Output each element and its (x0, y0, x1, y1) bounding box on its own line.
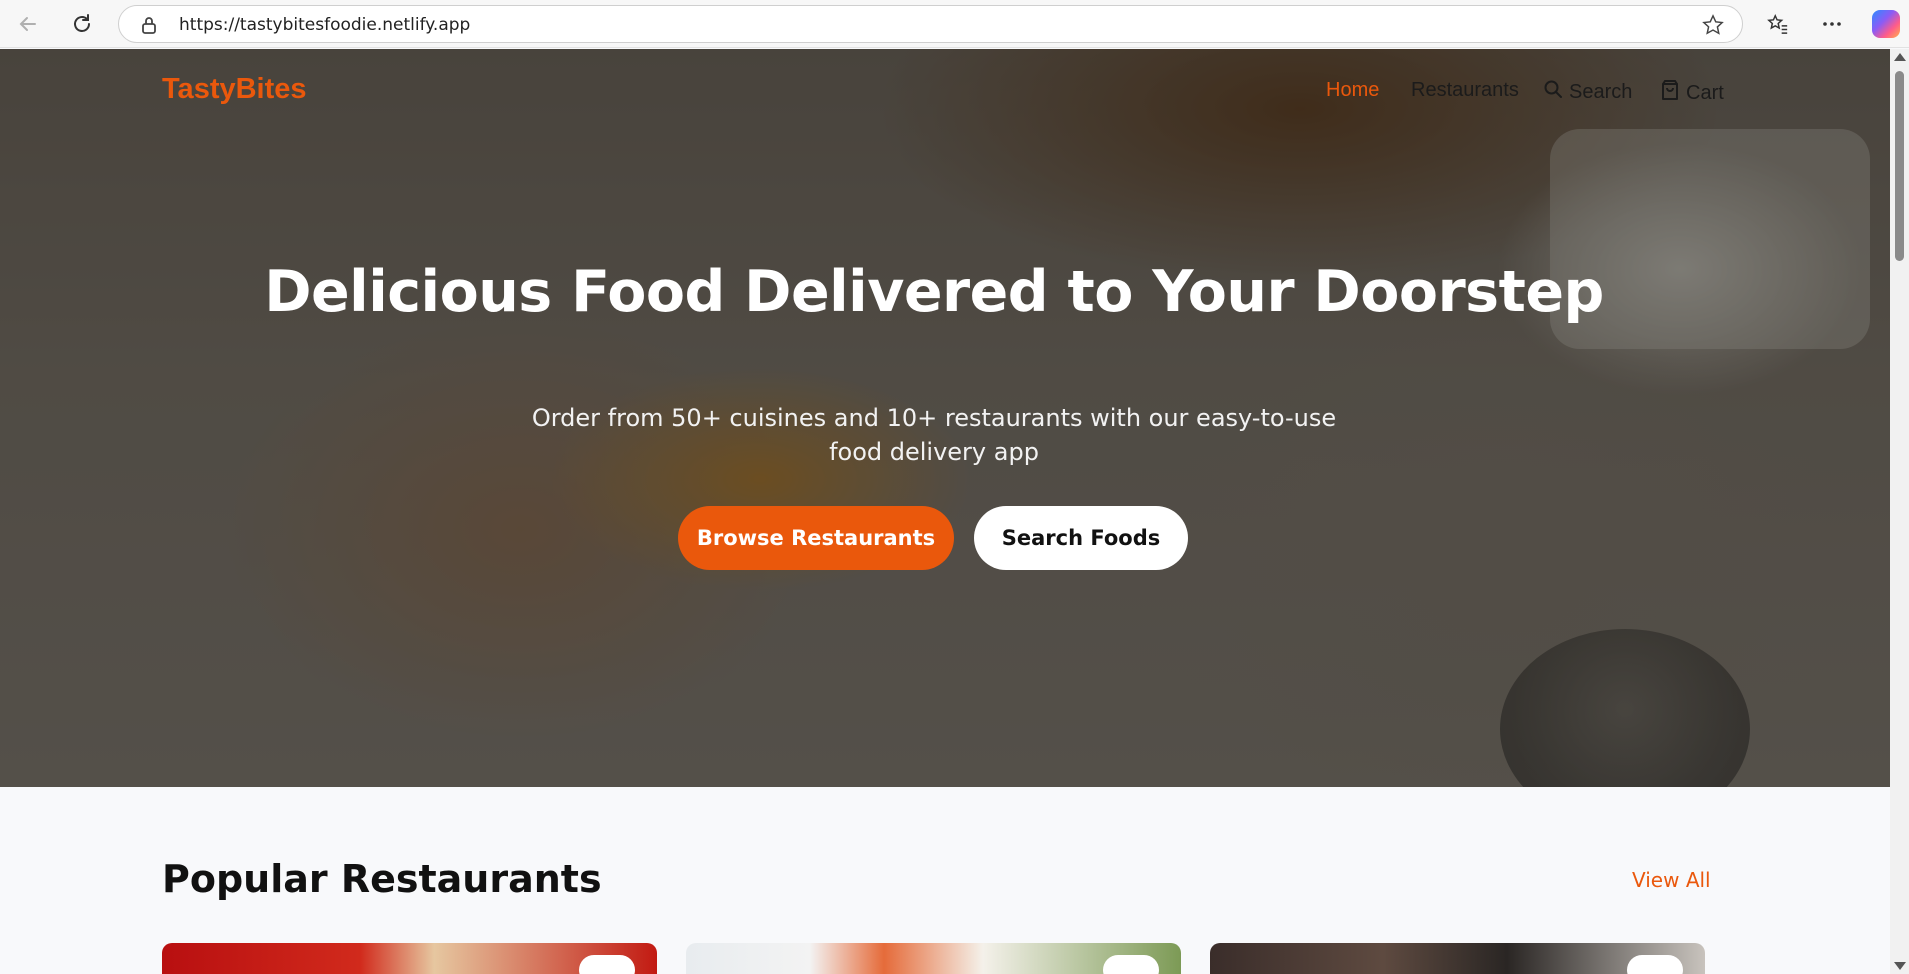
search-foods-button[interactable]: Search Foods (974, 506, 1188, 570)
page-viewport: TastyBites Home Restaurants Search Cart … (0, 49, 1890, 974)
lock-icon (141, 16, 157, 39)
url-text[interactable]: https://tastybitesfoodie.netlify.app (179, 15, 470, 35)
browse-restaurants-button[interactable]: Browse Restaurants (678, 506, 954, 570)
shopping-bag-icon (1660, 79, 1680, 107)
nav-search-label: Search (1569, 80, 1633, 103)
nav-search[interactable]: Search (1543, 79, 1632, 105)
scroll-up-icon[interactable] (1894, 53, 1906, 61)
scrollbar-thumb[interactable] (1895, 71, 1904, 261)
popular-restaurants-title: Popular Restaurants (162, 857, 602, 901)
copilot-icon[interactable] (1872, 10, 1900, 38)
search-icon (1543, 79, 1563, 105)
nav-cart[interactable]: Cart (1660, 79, 1724, 107)
more-options-icon[interactable] (1816, 8, 1848, 40)
restaurant-badge (579, 955, 635, 974)
browser-toolbar: https://tastybitesfoodie.netlify.app (0, 0, 1909, 48)
nav-restaurants-label: Restaurants (1411, 79, 1519, 101)
top-navigation: TastyBites Home Restaurants Search Cart (0, 49, 1890, 139)
restaurant-card[interactable] (1210, 943, 1705, 974)
hero-title: Delicious Food Delivered to Your Doorste… (264, 259, 1604, 325)
restaurant-badge (1103, 955, 1159, 974)
page-scrollbar[interactable] (1890, 49, 1909, 974)
nav-cart-label: Cart (1686, 81, 1724, 104)
view-all-link[interactable]: View All (1632, 868, 1711, 892)
nav-home-label: Home (1326, 79, 1380, 101)
nav-home[interactable]: Home (1326, 79, 1379, 102)
site-logo[interactable]: TastyBites (162, 73, 307, 106)
scroll-down-icon[interactable] (1894, 962, 1906, 970)
restaurant-card[interactable] (162, 943, 657, 974)
favorites-list-icon[interactable] (1762, 8, 1794, 40)
hero-section: TastyBites Home Restaurants Search Cart … (0, 49, 1890, 787)
hero-subtitle: Order from 50+ cuisines and 10+ restaura… (531, 404, 1337, 466)
restaurant-badge (1627, 955, 1683, 974)
refresh-icon[interactable] (66, 8, 98, 40)
nav-restaurants[interactable]: Restaurants (1411, 79, 1519, 102)
address-bar[interactable]: https://tastybitesfoodie.netlify.app (118, 5, 1743, 43)
back-icon[interactable] (12, 8, 44, 40)
favorite-star-icon[interactable] (1702, 14, 1724, 41)
restaurant-card[interactable] (686, 943, 1181, 974)
